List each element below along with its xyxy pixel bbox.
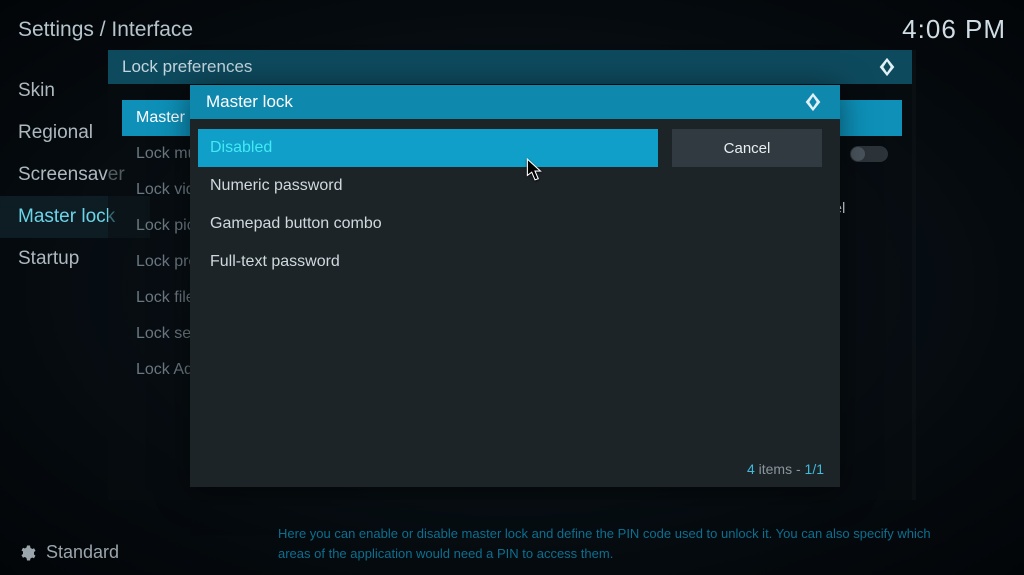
clock: 4:06 PM [902, 14, 1006, 45]
lock-preferences-title: Lock preferences [122, 57, 252, 77]
footer: Standard Here you can enable or disable … [18, 542, 1006, 563]
lock-preferences-header: Lock preferences [108, 50, 912, 84]
master-lock-footer: 4 items - 1/1 [747, 461, 824, 477]
page-index: 1/1 [805, 461, 824, 477]
top-bar: Settings / Interface 4:06 PM [18, 14, 1006, 45]
master-lock-options: Disabled Numeric password Gamepad button… [198, 129, 658, 281]
item-count: 4 [747, 461, 755, 477]
kodi-logo-icon [876, 56, 898, 78]
settings-level-label: Standard [46, 542, 119, 563]
master-lock-header: Master lock [190, 85, 840, 119]
items-text: items - [759, 461, 801, 477]
master-lock-dialog: Master lock Disabled Numeric password Ga… [190, 85, 840, 487]
option-numeric-password[interactable]: Numeric password [198, 167, 658, 205]
master-lock-title: Master lock [206, 92, 293, 112]
option-fulltext-password[interactable]: Full-text password [198, 243, 658, 281]
master-lock-buttons: Cancel [672, 129, 822, 281]
option-disabled[interactable]: Disabled [198, 129, 658, 167]
breadcrumb: Settings / Interface [18, 18, 193, 42]
gear-icon [18, 544, 36, 562]
cancel-button[interactable]: Cancel [672, 129, 822, 167]
master-lock-body: Disabled Numeric password Gamepad button… [190, 119, 840, 291]
option-gamepad-combo[interactable]: Gamepad button combo [198, 205, 658, 243]
kodi-logo-icon [802, 91, 824, 113]
footer-description: Here you can enable or disable master lo… [278, 524, 998, 563]
toggle-off-icon[interactable] [850, 146, 888, 162]
